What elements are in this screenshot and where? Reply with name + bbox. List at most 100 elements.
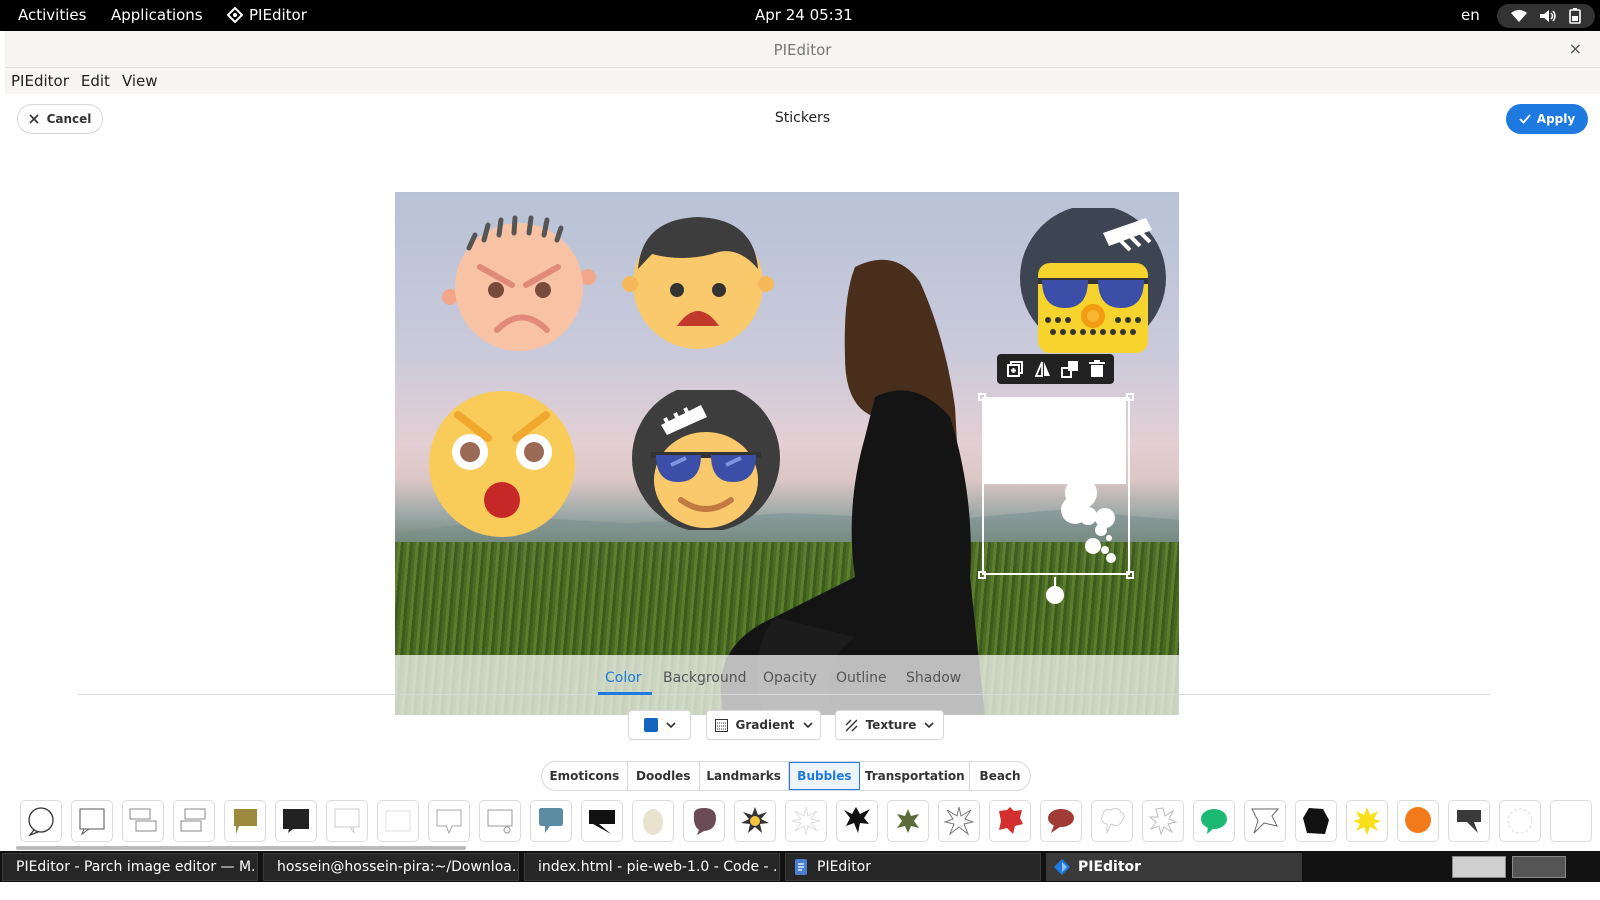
apply-button[interactable]: Apply: [1506, 104, 1588, 134]
menu-pieditor[interactable]: PIEditor: [11, 72, 69, 90]
bubble-sticker-thumb[interactable]: [1550, 800, 1592, 842]
texture-dropdown[interactable]: Texture: [835, 710, 944, 740]
bubble-sticker-thumb[interactable]: [734, 800, 776, 842]
angry-face-sticker[interactable]: [442, 215, 596, 353]
bubble-sticker-thumb[interactable]: [938, 800, 980, 842]
bubble-sticker-thumb[interactable]: [1244, 800, 1286, 842]
selection-box[interactable]: [982, 397, 1130, 575]
task-code-editor[interactable]: index.html - pie-web-1.0 - Code - ...: [524, 853, 780, 881]
bubble-sticker-thumb[interactable]: [1346, 800, 1388, 842]
category-beach[interactable]: Beach: [970, 762, 1030, 790]
task-label: PIEditor: [817, 859, 872, 875]
flip-icon[interactable]: [1034, 360, 1052, 378]
sticker-thumbnail-strip: [16, 800, 1595, 844]
clock[interactable]: Apr 24 05:31: [755, 6, 853, 24]
bubble-sticker-thumb[interactable]: [20, 800, 62, 842]
bubble-sticker-thumb[interactable]: [1448, 800, 1490, 842]
bubble-sticker-thumb[interactable]: [173, 800, 215, 842]
volume-icon: [1539, 10, 1556, 22]
resize-handle-top-right[interactable]: [1126, 393, 1134, 401]
duplicate-icon[interactable]: [1006, 360, 1024, 378]
tab-color[interactable]: Color: [605, 670, 642, 686]
bubble-sticker-thumb[interactable]: [71, 800, 113, 842]
outline-bubble-icon: [436, 809, 462, 835]
bubble-sticker-thumb[interactable]: [887, 800, 929, 842]
bubble-sticker-thumb[interactable]: [683, 800, 725, 842]
bubble-sticker-thumb[interactable]: [224, 800, 266, 842]
burst-bubble-icon: [741, 807, 769, 833]
bring-to-front-icon[interactable]: [1061, 360, 1079, 378]
bubble-sticker-thumb[interactable]: [1397, 800, 1439, 842]
rotate-handle[interactable]: [1046, 586, 1064, 604]
bubble-sticker-thumb[interactable]: [1142, 800, 1184, 842]
bubble-sticker-thumb[interactable]: [1091, 800, 1133, 842]
task-pieditor-active[interactable]: PIEditor: [1046, 853, 1302, 881]
delete-icon[interactable]: [1089, 360, 1106, 378]
tab-outline[interactable]: Outline: [836, 670, 887, 686]
robot-sunglasses-face-sticker[interactable]: [1018, 208, 1168, 358]
outline-bubble-icon: [487, 809, 513, 834]
resize-handle-top-left[interactable]: [978, 393, 986, 401]
black-polygon-icon: [1303, 808, 1329, 834]
task-terminal[interactable]: hossein@hossein-pira:~/Downloa...: [263, 853, 519, 881]
horizontal-scrollbar[interactable]: [16, 846, 466, 850]
bubble-sticker-thumb[interactable]: [1499, 800, 1541, 842]
cool-sunglasses-face-sticker[interactable]: [631, 390, 781, 530]
tab-opacity[interactable]: Opacity: [763, 670, 817, 686]
window-title: PIEditor: [773, 41, 832, 59]
category-bubbles[interactable]: Bubbles: [788, 762, 861, 790]
bubble-sticker-thumb[interactable]: [326, 800, 368, 842]
bubble-sticker-thumb[interactable]: [428, 800, 470, 842]
resize-handle-bottom-left[interactable]: [978, 571, 986, 579]
keyboard-language-indicator[interactable]: en: [1461, 6, 1480, 24]
workspace-1[interactable]: [1452, 856, 1506, 878]
tab-background[interactable]: Background: [663, 670, 747, 686]
bubble-sticker-thumb[interactable]: [530, 800, 572, 842]
beige-bubble-icon: [643, 809, 663, 835]
color-picker-dropdown[interactable]: [628, 710, 691, 740]
gradient-dropdown[interactable]: Gradient: [706, 710, 821, 740]
bubble-sticker-thumb[interactable]: [377, 800, 419, 842]
category-transportation[interactable]: Transportation: [860, 762, 971, 790]
pieditor-diamond-icon: [1054, 859, 1070, 875]
maroon-bubble-icon: [1048, 809, 1074, 833]
bubble-sticker-thumb[interactable]: [122, 800, 164, 842]
bubble-sticker-thumb[interactable]: [989, 800, 1031, 842]
bubble-sticker-thumb[interactable]: [479, 800, 521, 842]
stacked-bubble-icon: [129, 808, 157, 832]
tab-shadow[interactable]: Shadow: [906, 670, 961, 686]
bubble-sticker-thumb[interactable]: [632, 800, 674, 842]
tabs-divider: [78, 694, 1490, 695]
applications-menu[interactable]: Applications: [111, 6, 203, 24]
task-label: hossein@hossein-pira:~/Downloa...: [277, 859, 519, 875]
bubble-sticker-thumb[interactable]: [1295, 800, 1337, 842]
focused-app-name: PIEditor: [249, 6, 307, 24]
menu-edit[interactable]: Edit: [81, 72, 110, 90]
focused-app-menu[interactable]: PIEditor: [227, 6, 307, 24]
system-status-menu[interactable]: [1497, 4, 1595, 28]
category-doodles[interactable]: Doodles: [628, 762, 700, 790]
green-burst-icon: [897, 809, 919, 833]
sticker-category-tabs: Emoticons Doodles Landmarks Bubbles Tran…: [541, 761, 1031, 791]
square-bubble-icon: [79, 808, 105, 836]
category-emoticons[interactable]: Emoticons: [542, 762, 628, 790]
faint-cloud-icon: [1101, 807, 1125, 834]
surprised-angry-face-sticker[interactable]: [428, 390, 576, 538]
task-pieditor-document[interactable]: PIEditor: [785, 853, 1041, 881]
menu-view[interactable]: View: [122, 72, 158, 90]
faint-bubble-icon: [385, 810, 411, 832]
resize-handle-bottom-right[interactable]: [1126, 571, 1134, 579]
close-window-button[interactable]: ×: [1569, 39, 1582, 58]
bubble-sticker-thumb[interactable]: [581, 800, 623, 842]
bubble-sticker-thumb[interactable]: [785, 800, 827, 842]
bubble-sticker-thumb[interactable]: [1040, 800, 1082, 842]
workspace-2[interactable]: [1512, 856, 1566, 878]
window-titlebar[interactable]: PIEditor ×: [5, 31, 1600, 68]
bubble-sticker-thumb[interactable]: [836, 800, 878, 842]
worried-face-sticker[interactable]: [622, 214, 774, 350]
bubble-sticker-thumb[interactable]: [1193, 800, 1235, 842]
bubble-sticker-thumb[interactable]: [275, 800, 317, 842]
category-landmarks[interactable]: Landmarks: [700, 762, 789, 790]
activities-button[interactable]: Activities: [18, 6, 86, 24]
task-firefox[interactable]: PIEditor - Parch image editor — M...: [2, 853, 258, 881]
